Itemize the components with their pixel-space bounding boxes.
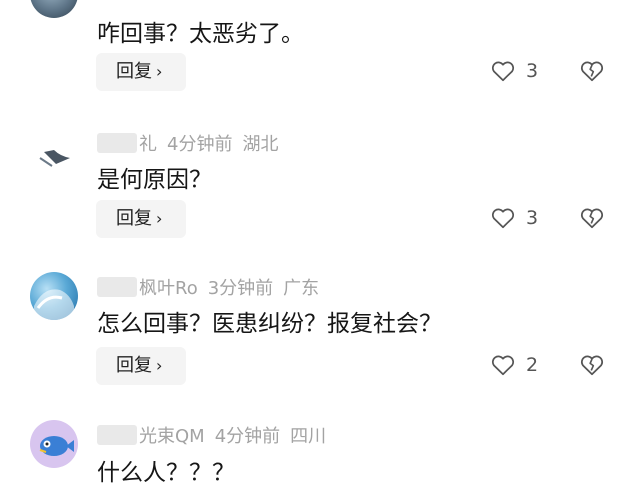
comment-meta: 枫叶Ro 3分钟前 广东: [97, 274, 319, 300]
reply-label: 回复: [116, 355, 152, 376]
comment-text: 什么人？？？: [97, 460, 235, 486]
timestamp: 3分钟前: [207, 278, 274, 299]
comment-meta: 光束QM 4分钟前 四川: [97, 422, 326, 448]
username-mask: [97, 277, 137, 297]
broken-heart-icon: [580, 208, 604, 229]
comment-meta: 礼 4分钟前 湖北: [97, 130, 278, 156]
comment-text: 怎么回事？医患纠纷？报复社会？: [97, 311, 442, 337]
like-count: 3: [526, 60, 539, 82]
username-mask: [97, 425, 137, 445]
like-count: 2: [526, 354, 539, 376]
dislike-button[interactable]: [579, 352, 605, 382]
avatar-image: [39, 150, 70, 167]
avatar[interactable]: [30, 0, 78, 18]
avatar-image: [39, 436, 74, 456]
avatar[interactable]: [30, 420, 78, 468]
broken-heart-icon: [580, 355, 604, 376]
avatar[interactable]: [30, 272, 78, 320]
comment-text: 咋回事？太恶劣了。: [97, 21, 304, 47]
reply-button[interactable]: 回复 ›: [96, 53, 186, 91]
heart-outline-icon: [491, 355, 515, 376]
heart-outline-icon: [491, 61, 515, 82]
heart-outline-icon: [491, 208, 515, 229]
username[interactable]: 光束QM: [139, 426, 205, 447]
location: 四川: [290, 426, 327, 447]
username[interactable]: 枫叶Ro: [139, 278, 198, 299]
location: 广东: [283, 278, 320, 299]
chevron-right-icon: ›: [156, 62, 163, 81]
reply-button[interactable]: 回复 ›: [96, 347, 186, 385]
username-mask: [97, 133, 137, 153]
timestamp: 4分钟前: [214, 426, 281, 447]
like-button[interactable]: 3: [490, 58, 538, 84]
avatar-image: [34, 289, 74, 320]
chevron-right-icon: ›: [156, 356, 163, 375]
chevron-right-icon: ›: [156, 209, 163, 228]
dislike-button[interactable]: [579, 58, 605, 88]
like-count: 3: [526, 207, 539, 229]
reply-label: 回复: [116, 61, 152, 82]
timestamp: 4分钟前: [167, 134, 233, 155]
reply-button[interactable]: 回复 ›: [96, 200, 186, 238]
username[interactable]: 礼: [139, 134, 157, 155]
like-button[interactable]: 2: [490, 352, 538, 378]
location: 湖北: [242, 134, 279, 155]
like-button[interactable]: 3: [490, 205, 538, 231]
dislike-button[interactable]: [579, 205, 605, 235]
comment-feed: 咋回事？太恶劣了。 回复› 3 礼4分钟前湖北 是何原因？ 回复› 3: [0, 0, 638, 500]
comment-text: 是何原因？: [97, 167, 212, 193]
avatar[interactable]: [30, 128, 78, 176]
reply-label: 回复: [116, 208, 152, 229]
broken-heart-icon: [580, 61, 604, 82]
